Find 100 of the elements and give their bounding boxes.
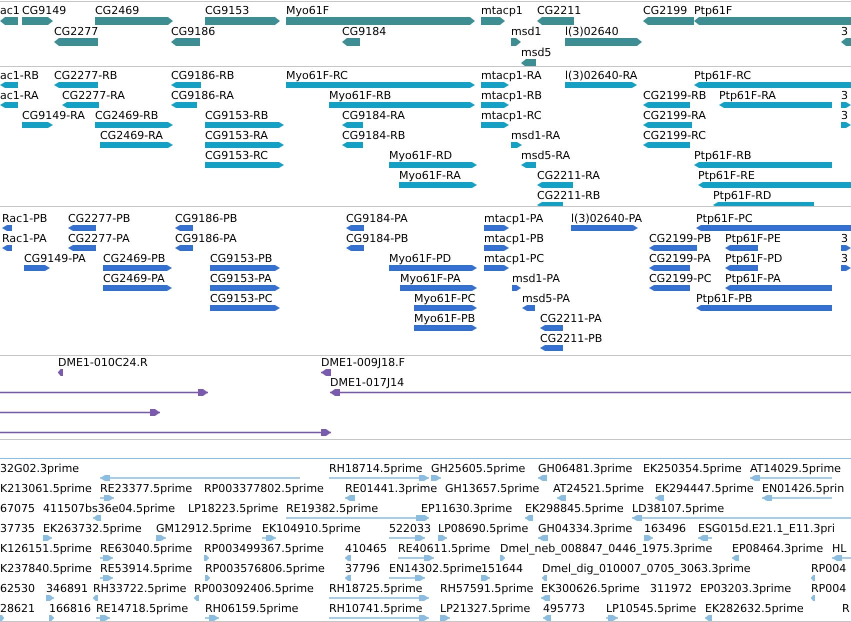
feature-label: LP21327.5prime (440, 602, 530, 615)
feature-label: Ptp61F (694, 4, 732, 17)
feature-label: RP003499367.5prime (204, 542, 324, 555)
feature-label: mtacp1-RA (481, 69, 542, 82)
feature-label: 163496 (644, 522, 686, 535)
feature-label: DME1-009J18.F (321, 356, 405, 369)
feature-label: Myo61F-PD (389, 252, 452, 265)
feature-label: Ptp61F-PD (725, 252, 782, 265)
feature-label: CG2469-PB (103, 252, 166, 265)
feature-label: Ptp61F-PE (725, 232, 781, 245)
feature-label: 67075 (0, 502, 35, 515)
feature-label: EK294447.5prime (655, 482, 754, 495)
feature-label: RH10741.5prime (329, 602, 422, 615)
feature-label: ac1-RA (0, 89, 38, 102)
feature-label: CG9184-RB (342, 129, 406, 142)
feature-label: CG2211-RB (537, 189, 600, 202)
feature-label: CG2277-PA (68, 232, 130, 245)
feature-label: 346891 (46, 582, 88, 595)
feature-label: msd1-PA (512, 272, 560, 285)
feature-label: ac1-RB (0, 69, 39, 82)
feature-label: 32G02.3prime (0, 462, 80, 475)
feature-label: 3 (841, 109, 848, 122)
feature-label: LP18223.5prime (188, 502, 278, 515)
feature-label: mtacp1-PA (484, 212, 544, 225)
feature-label: CG2277 (54, 25, 98, 38)
feature-label: Ptp61F-RB (694, 149, 752, 162)
feature-label: K213061.5prime (0, 482, 92, 495)
feature-label: CG9184-RA (342, 109, 405, 122)
feature-label: CG9149 (22, 4, 66, 17)
feature-label: GH25605.5prime (431, 462, 526, 475)
feature-label: Rac1-PA (2, 232, 47, 245)
feature-label: CG9153-PC (210, 292, 272, 305)
feature-label: EP11630.3prime (421, 502, 512, 515)
feature-label: RH06159.5prime (205, 602, 298, 615)
feature-label: DME1-017J14 (330, 376, 404, 389)
feature-label: CG9186 (171, 25, 216, 38)
feature-label: CG9149-PA (24, 252, 86, 265)
feature-label: EK250354.5prime (643, 462, 742, 475)
feature-label: CG2199-PB (649, 232, 712, 245)
feature-label: ac1 (0, 4, 20, 17)
feature-label: CG9184-PA (346, 212, 408, 225)
feature-label: 495773 (543, 602, 585, 615)
feature-label: msd5-RA (521, 149, 570, 162)
feature-label: Myo61F (286, 4, 330, 17)
feature-label: Ptp61F-RE (698, 169, 755, 182)
feature-label: CG2469-RB (95, 109, 158, 122)
feature-label: 37796 (345, 562, 380, 575)
feature-label: EP08464.3prime (732, 542, 824, 555)
feature-label: mtacp1-RB (481, 89, 542, 102)
feature-label: K237840.5prime (0, 562, 92, 575)
feature-label: Ptp61F-RD (713, 189, 772, 202)
feature-label: CG9153-RB (205, 109, 268, 122)
feature-label: CG2199-RC (643, 129, 706, 142)
feature-label: CG2211-PA (540, 312, 602, 325)
feature-label: CG9153-PA (210, 272, 272, 285)
feature-label: Myo61F-PC (414, 292, 476, 305)
feature-label: Myo61F-PA (400, 272, 460, 285)
feature-label: Myo61F-RA (399, 169, 461, 182)
feature-label: 410465 (345, 542, 387, 555)
feature-label: CG2469 (95, 4, 140, 17)
feature-label: 411507bs36e04.5prime (43, 502, 176, 515)
feature-label: 3 (841, 89, 848, 102)
feature-label: CG9186-RA (171, 89, 234, 102)
feature-label: CG9186-PA (175, 232, 237, 245)
feature-label: 37735 (0, 522, 35, 535)
feature-label: RE63040.5prime (100, 542, 192, 555)
feature-label: 151644 (481, 562, 523, 575)
feature-label: Myo61F-RC (286, 69, 348, 82)
feature-label: EK282632.5prime (705, 602, 804, 615)
feature-label: CG2199-PA (649, 252, 711, 265)
feature-label: RP003377802.5prime (204, 482, 324, 495)
feature-label: mtacp1 (481, 4, 523, 17)
feature-label: CG2211-RA (537, 169, 600, 182)
feature-label: RP003092406.5prime (194, 582, 314, 595)
feature-label: 522033 (389, 522, 431, 535)
feature-label: 3 (841, 232, 848, 245)
feature-label: CG2199-RB (643, 89, 706, 102)
feature-label: R (842, 602, 850, 615)
feature-label: EP03203.3prime (700, 582, 792, 595)
feature-label: Myo61F-RB (329, 89, 392, 102)
feature-label: CG9184-PB (346, 232, 408, 245)
feature-label: LP08690.5prime (438, 522, 528, 535)
feature-label: RE01441.3prime (345, 482, 438, 495)
feature-label: l(3)02640-RA (565, 69, 638, 82)
feature-label: CG2469-PA (103, 272, 165, 285)
feature-label: mtacp1-PC (484, 252, 544, 265)
feature-label: GH06481.3prime (538, 462, 632, 475)
feature-label: CG2277-RB (54, 69, 118, 82)
feature-label: 311972 (650, 582, 692, 595)
feature-label: K126151.5prime (0, 542, 92, 555)
feature-label: CG2199 (643, 4, 688, 17)
feature-label: GH13657.5prime (445, 482, 540, 495)
feature-label: 28621 (0, 602, 35, 615)
feature-label: CG2277-PB (68, 212, 130, 225)
feature-label: AT24521.5prime (553, 482, 644, 495)
feature-label: RP004 (811, 582, 846, 595)
feature-label: RH33722.5prime (93, 582, 186, 595)
feature-label: 166816 (49, 602, 91, 615)
feature-label: RE23377.5prime (100, 482, 192, 495)
feature-label: CG2199-PC (649, 272, 712, 285)
